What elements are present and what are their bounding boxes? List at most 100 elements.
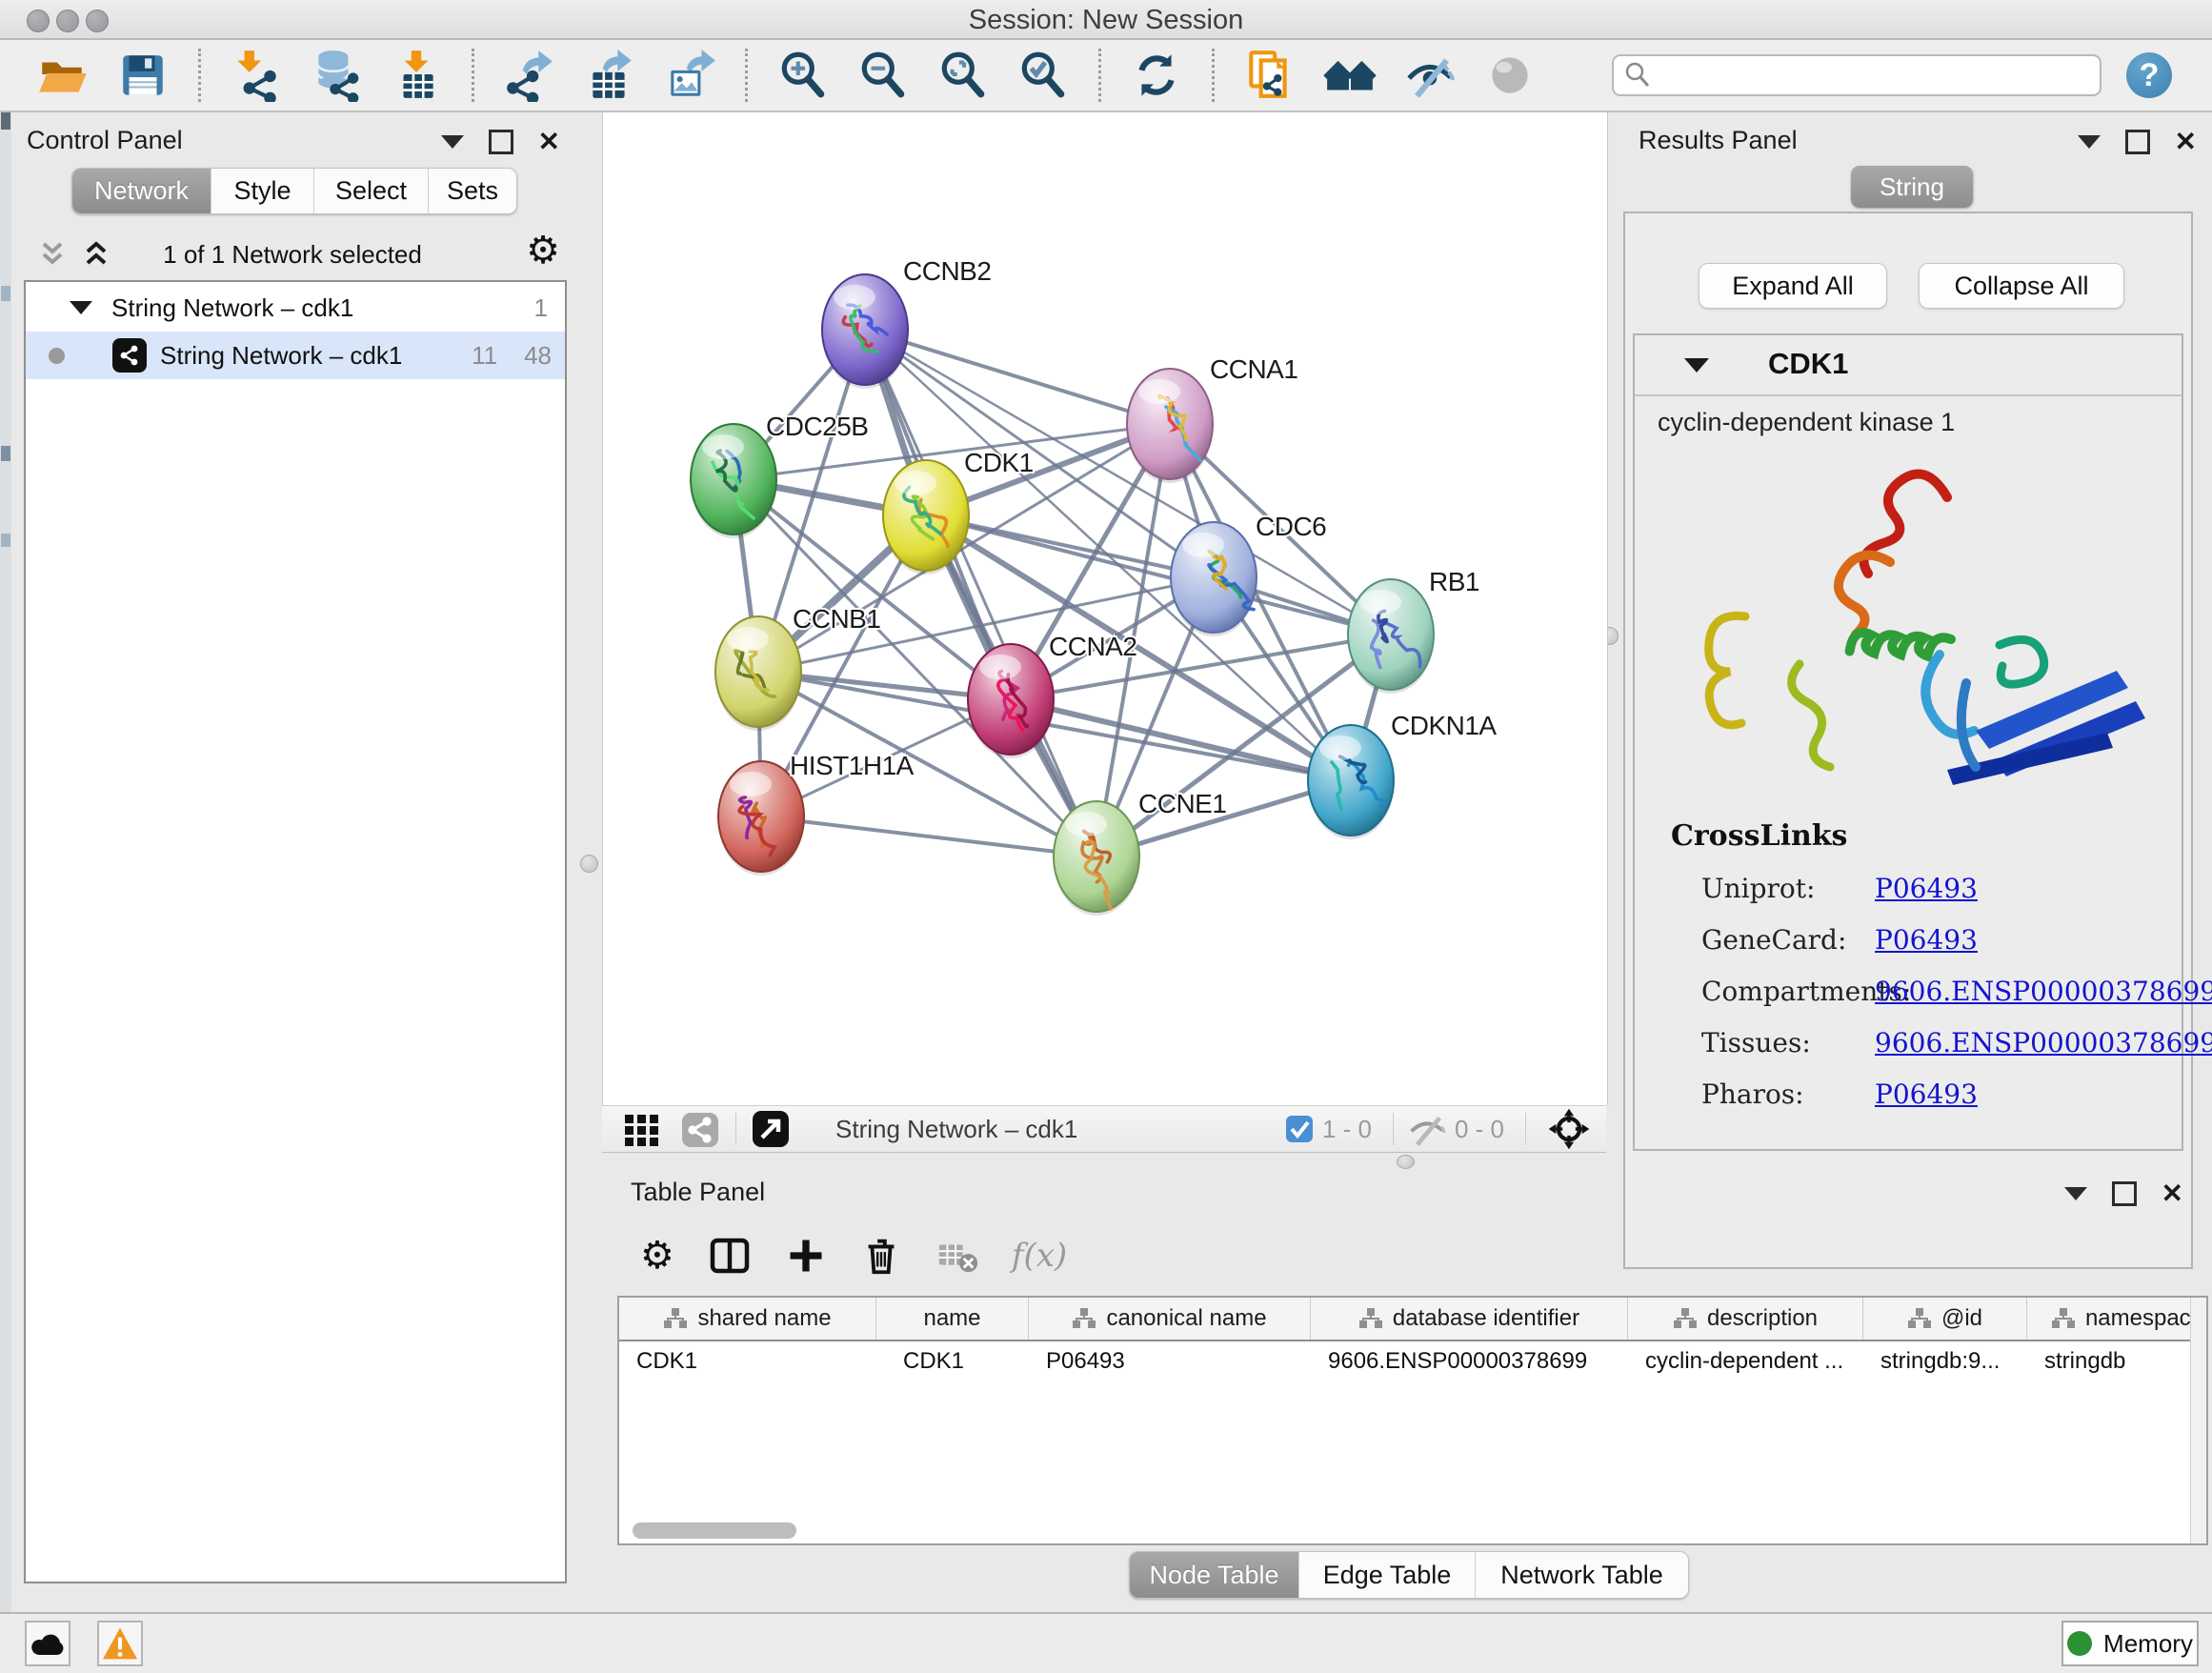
expand-all-button[interactable]: Expand All bbox=[1699, 263, 1887, 309]
collection-expand-icon[interactable] bbox=[70, 301, 92, 314]
save-session-button[interactable] bbox=[116, 49, 170, 102]
tab-style[interactable]: Style bbox=[211, 169, 313, 213]
crosslink-link[interactable]: P06493 bbox=[1875, 1078, 1978, 1110]
table-type-tabs: Node Table Edge Table Network Table bbox=[1129, 1551, 1689, 1599]
network-edge-CCNA2-CDKN1A[interactable] bbox=[1011, 699, 1351, 780]
horizontal-splitter-handle[interactable] bbox=[1397, 1155, 1415, 1169]
export-table-button[interactable] bbox=[583, 49, 636, 102]
panel-menu-icon[interactable] bbox=[441, 135, 464, 149]
import-network-file-button[interactable] bbox=[230, 49, 283, 102]
refresh-layout-button[interactable] bbox=[1130, 49, 1183, 102]
hide-selected-button[interactable] bbox=[1403, 49, 1457, 102]
network-edge-CCNB2-CCNA1[interactable] bbox=[865, 330, 1170, 424]
column-header-description[interactable]: description bbox=[1628, 1298, 1863, 1340]
export-network-button[interactable] bbox=[503, 49, 556, 102]
clone-network-button[interactable] bbox=[1243, 49, 1297, 102]
zoom-selected-button[interactable] bbox=[1016, 49, 1070, 102]
network-edge-HIST1H1A-CCNE1[interactable] bbox=[761, 816, 1096, 857]
cloud-status-button[interactable] bbox=[25, 1621, 70, 1666]
column-header-canonical-name[interactable]: canonical name bbox=[1029, 1298, 1311, 1340]
zoom-out-button[interactable] bbox=[856, 49, 910, 102]
network-canvas[interactable]: CCNB2CCNA1CDC25BCDK1CDC6RB1CCNB1CCNA2CDK… bbox=[602, 112, 1608, 1105]
crosslink-label: GeneCard: bbox=[1701, 924, 1846, 956]
panel-close-icon[interactable]: ✕ bbox=[2175, 132, 2197, 151]
results-panel-title: Results Panel bbox=[1639, 126, 1798, 155]
delete-column-icon[interactable] bbox=[859, 1234, 903, 1278]
export-image-button[interactable] bbox=[663, 49, 716, 102]
network-node-CCNB1[interactable]: CCNB1 bbox=[715, 604, 880, 731]
zoom-in-button[interactable] bbox=[776, 49, 830, 102]
crosslink-link[interactable]: P06493 bbox=[1875, 873, 1978, 904]
network-row-selected[interactable]: String Network – cdk1 11 48 bbox=[26, 332, 565, 379]
add-column-icon[interactable] bbox=[785, 1235, 827, 1277]
tab-node-table[interactable]: Node Table bbox=[1130, 1552, 1298, 1598]
left-splitter-handle[interactable] bbox=[580, 855, 598, 873]
show-all-button[interactable] bbox=[1483, 49, 1537, 102]
network-view-icon[interactable] bbox=[678, 1107, 722, 1151]
help-button[interactable]: ? bbox=[2126, 52, 2172, 98]
delete-table-icon[interactable] bbox=[935, 1234, 979, 1278]
column-header-id[interactable]: @id bbox=[1863, 1298, 2027, 1340]
warnings-button[interactable] bbox=[97, 1621, 143, 1666]
cell-name: CDK1 bbox=[876, 1348, 1029, 1375]
search-input[interactable] bbox=[1612, 54, 2101, 96]
network-node-CDC25B[interactable]: CDC25B bbox=[691, 412, 868, 538]
zoom-fit-button[interactable] bbox=[936, 49, 990, 102]
collapse-all-button[interactable]: Collapse All bbox=[1919, 263, 2124, 309]
detach-view-icon[interactable] bbox=[750, 1108, 792, 1150]
import-table-file-button[interactable] bbox=[390, 49, 443, 102]
table-horizontal-scrollbar-thumb[interactable] bbox=[633, 1522, 796, 1539]
tab-sets[interactable]: Sets bbox=[428, 169, 516, 213]
network-node-CCNA2[interactable]: CCNA2 bbox=[968, 632, 1136, 758]
crosslink-link[interactable]: P06493 bbox=[1875, 924, 1978, 956]
panel-menu-icon[interactable] bbox=[2078, 135, 2101, 149]
column-header-shared-name[interactable]: shared name bbox=[619, 1298, 876, 1340]
hidden-counts: 0 - 0 bbox=[1455, 1115, 1504, 1144]
node-label-CCNB2: CCNB2 bbox=[903, 256, 991, 286]
network-node-CDK1[interactable]: CDK1 bbox=[883, 448, 1034, 574]
table-options-gear-icon[interactable]: ⚙ bbox=[640, 1234, 674, 1278]
node-label-CDK1: CDK1 bbox=[964, 448, 1034, 477]
crosslink-link[interactable]: 9606.ENSP00000378699 bbox=[1875, 1027, 2212, 1058]
network-options-gear-icon[interactable]: ⚙ bbox=[526, 229, 560, 272]
column-header-name[interactable]: name bbox=[876, 1298, 1029, 1340]
network-column-icon bbox=[663, 1307, 688, 1330]
panel-close-icon[interactable]: ✕ bbox=[2162, 1184, 2183, 1203]
table-row[interactable]: CDK1 CDK1 P06493 9606.ENSP00000378699 cy… bbox=[619, 1341, 2206, 1381]
column-header-namespace[interactable]: namespace bbox=[2027, 1298, 2208, 1340]
pan-crosshair-icon[interactable] bbox=[1547, 1107, 1591, 1151]
import-network-icon bbox=[230, 49, 283, 102]
panel-float-icon[interactable] bbox=[489, 130, 513, 154]
open-folder-icon bbox=[36, 49, 90, 102]
network-view-toolbar: String Network – cdk1 1 - 0 0 - 0 bbox=[602, 1105, 1606, 1153]
import-network-database-button[interactable] bbox=[310, 49, 363, 102]
tab-string[interactable]: String bbox=[1851, 166, 1973, 208]
network-node-CDKN1A[interactable]: CDKN1A bbox=[1308, 711, 1497, 839]
panel-menu-icon[interactable] bbox=[2064, 1187, 2087, 1200]
memory-button[interactable]: Memory bbox=[2061, 1621, 2199, 1666]
network-node-RB1[interactable]: RB1 bbox=[1348, 567, 1479, 694]
panel-close-icon[interactable]: ✕ bbox=[538, 132, 560, 151]
protein-card-header[interactable]: CDK1 bbox=[1635, 335, 2182, 396]
network-node-CDC6[interactable]: CDC6 bbox=[1171, 512, 1326, 636]
table-vertical-scrollbar[interactable] bbox=[2190, 1298, 2206, 1543]
collapse-protein-icon[interactable] bbox=[1684, 358, 1709, 373]
network-collection-row[interactable]: String Network – cdk1 1 bbox=[26, 284, 565, 332]
crosslink-link[interactable]: 9606.ENSP00000378699 bbox=[1875, 976, 2212, 1007]
grid-view-icon[interactable] bbox=[621, 1107, 665, 1151]
tab-select[interactable]: Select bbox=[313, 169, 428, 213]
tab-network-table[interactable]: Network Table bbox=[1475, 1552, 1688, 1598]
network-node-CCNE1[interactable]: CCNE1 bbox=[1054, 789, 1226, 916]
tab-edge-table[interactable]: Edge Table bbox=[1298, 1552, 1475, 1598]
show-columns-icon[interactable] bbox=[707, 1233, 753, 1279]
zoom-selected-icon bbox=[1016, 49, 1070, 102]
function-builder-icon[interactable]: f(x) bbox=[1012, 1237, 1067, 1275]
string-home-button[interactable] bbox=[1323, 49, 1377, 102]
tab-network[interactable]: Network bbox=[72, 169, 211, 213]
network-node-HIST1H1A[interactable]: HIST1H1A bbox=[718, 751, 915, 876]
panel-float-icon[interactable] bbox=[2125, 130, 2150, 154]
toolbar-separator bbox=[745, 49, 748, 102]
open-session-button[interactable] bbox=[36, 49, 90, 102]
panel-float-icon[interactable] bbox=[2112, 1181, 2137, 1206]
column-header-database-identifier[interactable]: database identifier bbox=[1311, 1298, 1628, 1340]
